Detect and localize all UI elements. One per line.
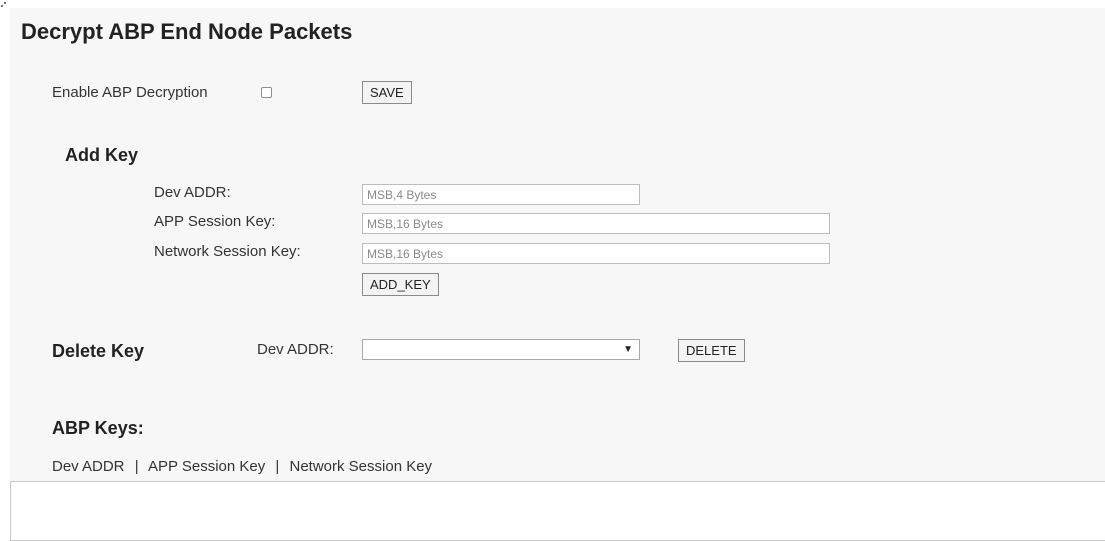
enable-abp-decryption-checkbox[interactable] (261, 87, 272, 98)
window-corner-marker (1, 2, 7, 8)
enable-abp-decryption-label: Enable ABP Decryption (52, 84, 208, 101)
app-session-key-label: APP Session Key: (154, 213, 276, 230)
page-title: Decrypt ABP End Node Packets (21, 19, 353, 44)
abp-keys-column-headers: Dev ADDR | APP Session Key | Network Ses… (52, 458, 432, 476)
column-header-app-session-key: APP Session Key (147, 458, 266, 475)
abp-keys-heading: ABP Keys: (52, 418, 144, 438)
column-separator: | (275, 458, 280, 475)
dev-addr-input[interactable] (362, 184, 640, 205)
network-session-key-input[interactable] (362, 243, 830, 264)
column-separator: | (134, 458, 139, 475)
abp-keys-list[interactable] (10, 481, 1105, 541)
column-header-dev-addr: Dev ADDR (52, 458, 125, 475)
app-session-key-input[interactable] (362, 213, 830, 234)
delete-button[interactable]: DELETE (678, 339, 745, 362)
column-header-network-session-key: Network Session Key (289, 458, 433, 475)
add-key-button[interactable]: ADD_KEY (362, 273, 439, 296)
add-key-heading: Add Key (65, 145, 139, 165)
chevron-down-icon: ▼ (623, 344, 633, 355)
save-button[interactable]: SAVE (362, 81, 412, 104)
delete-dev-addr-select[interactable]: ▼ (362, 339, 640, 360)
network-session-key-label: Network Session Key: (154, 243, 301, 260)
add-dev-addr-label: Dev ADDR: (154, 184, 231, 201)
delete-key-heading: Delete Key (52, 341, 145, 361)
delete-dev-addr-label: Dev ADDR: (257, 341, 334, 358)
